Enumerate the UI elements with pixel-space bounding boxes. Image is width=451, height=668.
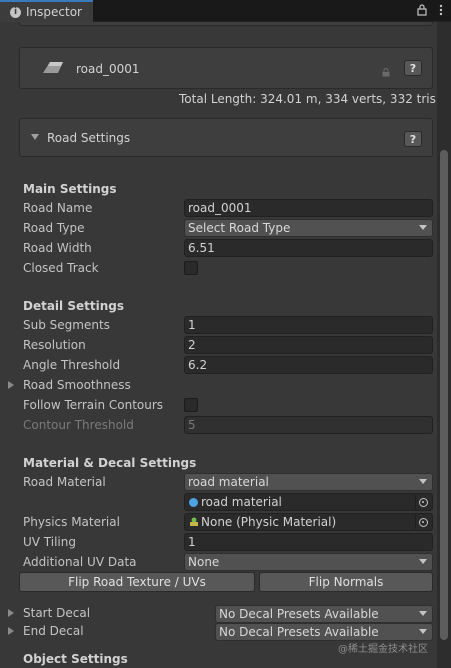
road-material-label: Road Material (23, 475, 106, 489)
dropdown-arrow-icon (419, 629, 427, 634)
object-help-button[interactable]: ? (404, 60, 422, 76)
road-material-object-value: road material (201, 495, 282, 509)
previous-component-box (19, 22, 433, 26)
road-settings-help-button[interactable]: ? (404, 131, 422, 147)
start-decal-value: No Decal Presets Available (219, 607, 379, 621)
detail-settings-header: Detail Settings (23, 299, 124, 313)
sub-segments-field[interactable]: 1 (184, 316, 433, 334)
end-decal-dropdown[interactable]: No Decal Presets Available (215, 623, 433, 641)
watermark-text: @稀土掘金技术社区 (338, 644, 428, 655)
resolution-label: Resolution (23, 338, 86, 352)
main-settings-header: Main Settings (23, 182, 117, 196)
road-smoothness-foldout-icon[interactable] (8, 381, 14, 389)
material-settings-header: Material & Decal Settings (23, 456, 197, 470)
physics-material-value: None (Physic Material) (201, 515, 337, 529)
road-smoothness-label[interactable]: Road Smoothness (23, 378, 131, 392)
object-picker-icon[interactable] (415, 495, 431, 509)
tab-inspector-label: Inspector (26, 5, 82, 19)
follow-terrain-checkbox[interactable] (184, 398, 198, 412)
object-picker-icon[interactable] (415, 515, 431, 529)
road-settings-box[interactable]: Road Settings ? (19, 118, 433, 157)
scrollbar-thumb[interactable] (440, 150, 448, 640)
info-icon: i (10, 6, 21, 18)
end-decal-value: No Decal Presets Available (219, 625, 379, 639)
road-width-label: Road Width (23, 241, 92, 255)
uv-tiling-field[interactable]: 1 (184, 533, 433, 551)
resolution-field[interactable]: 2 (184, 336, 433, 354)
end-decal-label[interactable]: End Decal (23, 624, 84, 638)
road-name-label: Road Name (23, 201, 93, 215)
closed-track-checkbox[interactable] (184, 261, 198, 275)
road-material-dropdown[interactable]: road material (184, 473, 433, 491)
road-material-object-field[interactable]: road material (184, 493, 433, 511)
road-type-dropdown[interactable]: Select Road Type (184, 219, 433, 237)
physic-material-icon (189, 517, 199, 527)
physics-material-label: Physics Material (23, 515, 120, 529)
contour-threshold-label: Contour Threshold (23, 418, 134, 432)
road-material-dropdown-value: road material (188, 475, 269, 489)
object-settings-header: Object Settings (23, 652, 128, 666)
physics-material-field[interactable]: None (Physic Material) (184, 513, 433, 531)
dropdown-arrow-icon (419, 611, 427, 616)
summary-text: Total Length: 324.01 m, 334 verts, 332 t… (179, 92, 436, 106)
uv-tiling-label: UV Tiling (23, 535, 76, 549)
object-name: road_0001 (76, 62, 140, 76)
material-sphere-icon (189, 497, 198, 507)
road-type-value: Select Road Type (188, 221, 291, 235)
end-decal-foldout-icon[interactable] (8, 627, 14, 635)
follow-terrain-label: Follow Terrain Contours (23, 398, 164, 412)
angle-threshold-field[interactable]: 6.2 (184, 356, 433, 374)
inspector-tabbar: i Inspector (0, 0, 451, 22)
start-decal-label[interactable]: Start Decal (23, 606, 90, 620)
road-width-field[interactable]: 6.51 (184, 239, 433, 257)
dropdown-arrow-icon (419, 559, 427, 564)
angle-threshold-label: Angle Threshold (23, 358, 121, 372)
collapse-triangle-icon (31, 134, 39, 140)
road-settings-title: Road Settings (47, 131, 131, 145)
object-header-box: road_0001 ? (19, 47, 433, 89)
start-decal-foldout-icon[interactable] (8, 609, 14, 617)
closed-track-label: Closed Track (23, 261, 99, 275)
road-type-label: Road Type (23, 221, 85, 235)
inspector-content: road_0001 ? Total Length: 324.01 m, 334 … (0, 22, 437, 668)
lock-icon[interactable] (415, 3, 429, 17)
flip-normals-button[interactable]: Flip Normals (259, 572, 433, 592)
sub-segments-label: Sub Segments (23, 318, 110, 332)
kebab-menu-icon[interactable] (436, 3, 446, 17)
contour-threshold-field: 5 (184, 416, 433, 434)
dropdown-arrow-icon (419, 225, 427, 230)
start-decal-dropdown[interactable]: No Decal Presets Available (215, 605, 433, 623)
additional-uv-label: Additional UV Data (23, 555, 137, 569)
road-mesh-icon (42, 60, 64, 77)
dropdown-arrow-icon (419, 479, 427, 484)
lock-small-icon (382, 66, 390, 80)
tab-inspector[interactable]: i Inspector (0, 0, 93, 22)
additional-uv-dropdown[interactable]: None (184, 553, 433, 571)
additional-uv-value: None (188, 555, 220, 569)
flip-road-texture-button[interactable]: Flip Road Texture / UVs (19, 572, 255, 592)
road-name-field[interactable]: road_0001 (184, 199, 433, 217)
